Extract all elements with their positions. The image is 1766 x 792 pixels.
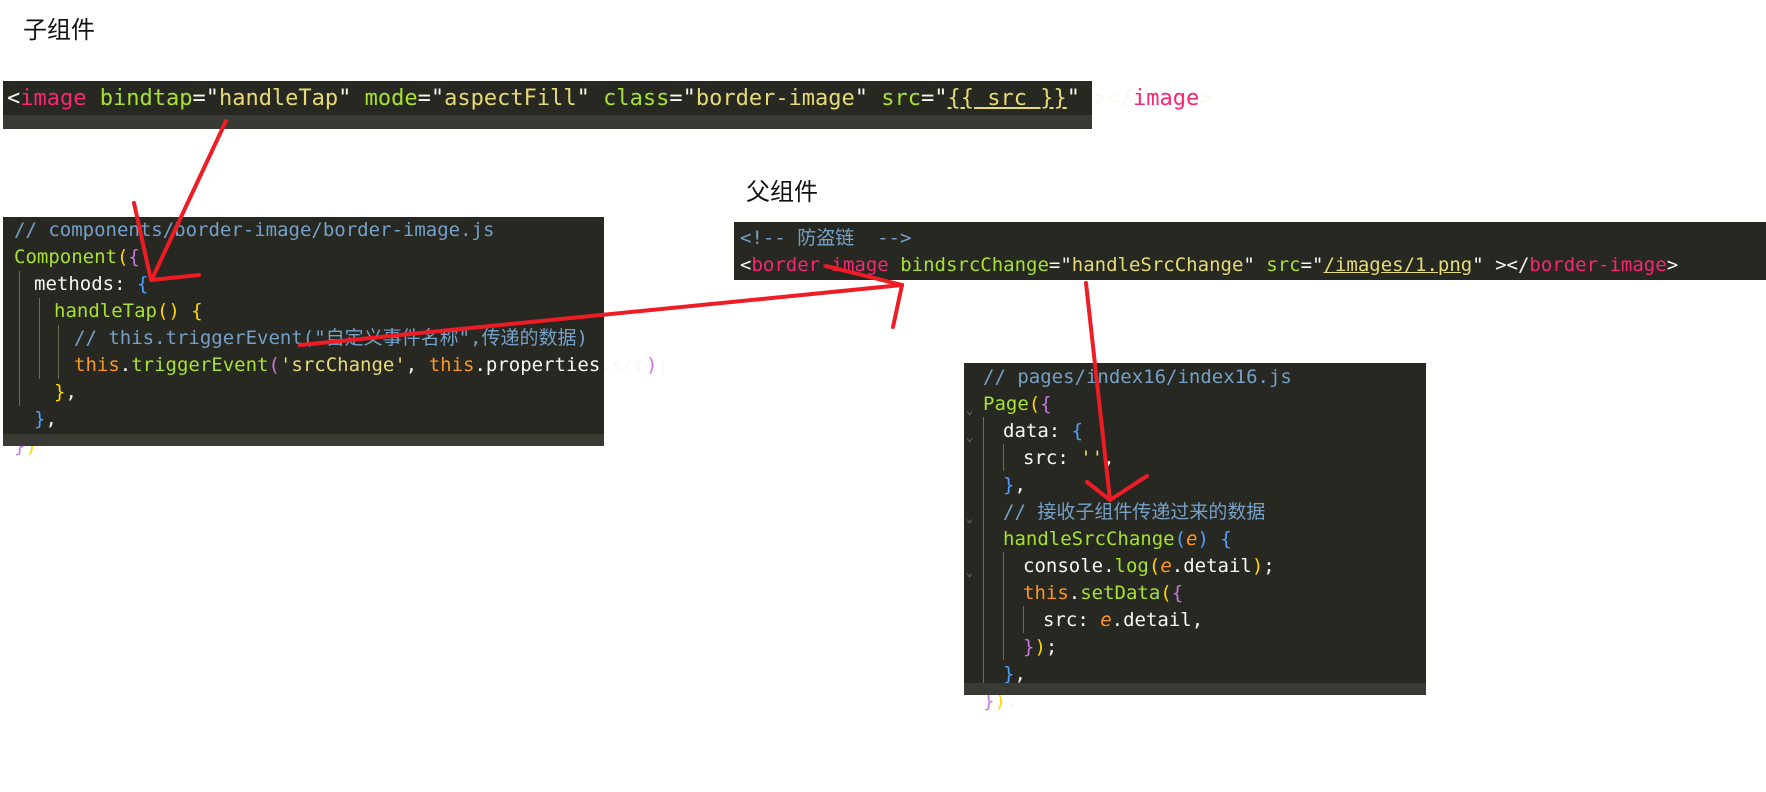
- arrow-1-head-left: [132, 201, 153, 282]
- arrow-binding-to-handler: [1084, 281, 1112, 502]
- annotation-arrows: [132, 119, 1149, 502]
- arrow-1-head-right: [149, 273, 201, 282]
- arrow-2-head-bottom: [891, 283, 904, 329]
- arrow-3-head-right: [1108, 474, 1149, 502]
- arrow-trigger-to-parent: [298, 283, 904, 347]
- arrow-2-head-top: [824, 264, 904, 287]
- arrow-bindtap-to-handler: [150, 119, 228, 281]
